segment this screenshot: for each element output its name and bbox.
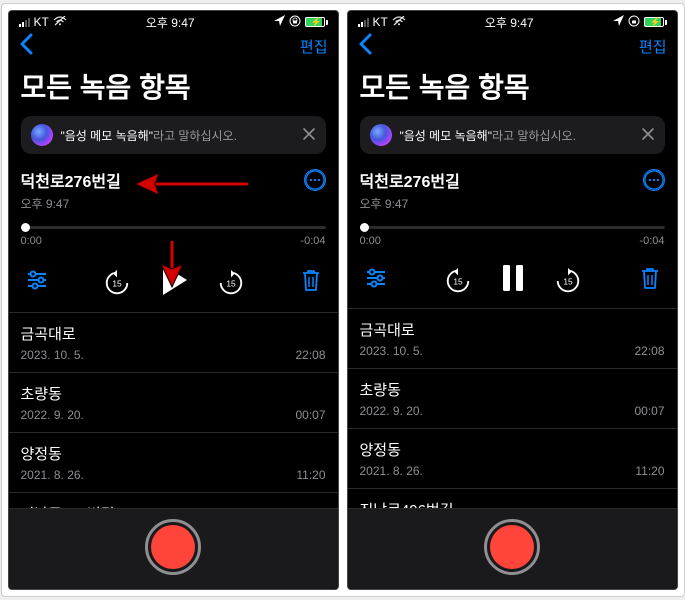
page-title: 모든 녹음 항목 <box>9 64 338 116</box>
selected-subtitle: 오후 9:47 <box>360 195 665 212</box>
selected-recording: 덕천로276번길 오후 9:47 <box>9 164 338 212</box>
list-item[interactable]: 양정동 2021. 8. 26.11:20 <box>348 428 677 488</box>
svg-text:15: 15 <box>453 276 463 286</box>
selected-recording: 덕천로276번길 오후 9:47 <box>348 164 677 212</box>
location-icon <box>274 15 285 29</box>
selected-subtitle: 오후 9:47 <box>21 195 326 212</box>
page-title: 모든 녹음 항목 <box>348 64 677 116</box>
battery-charging-icon: ⚡ <box>305 17 328 27</box>
transport-controls: 15 15 <box>9 251 338 312</box>
scrubber[interactable]: 0:00 -0:04 <box>360 226 665 247</box>
transport-controls: 15 15 <box>348 251 677 308</box>
list-item[interactable]: 양정동 2021. 8. 26.11:20 <box>9 432 338 492</box>
signal-icon <box>19 17 30 27</box>
skip-back-15-button[interactable]: 15 <box>444 267 472 295</box>
status-bar: KT 오후 9:47 ⚡ <box>9 11 338 31</box>
siri-icon <box>370 124 392 146</box>
list-item[interactable]: 초량동 2022. 9. 20.00:07 <box>348 368 677 428</box>
siri-quote: "음성 메모 녹음해" <box>400 129 492 143</box>
time-elapsed: 0:00 <box>360 235 381 247</box>
edit-button[interactable]: 편집 <box>639 36 667 57</box>
pause-button[interactable] <box>500 263 526 298</box>
options-button[interactable] <box>25 269 49 296</box>
siri-quote: "음성 메모 녹음해" <box>61 129 153 143</box>
record-dock <box>9 508 338 589</box>
siri-rest: 라고 말하십시오. <box>153 129 237 143</box>
skip-forward-15-button[interactable]: 15 <box>217 269 245 297</box>
rotation-lock-icon <box>289 15 301 30</box>
list-item[interactable]: 금곡대로 2023. 10. 5.22:08 <box>9 312 338 372</box>
siri-close-button[interactable] <box>302 126 316 144</box>
record-icon <box>490 525 534 569</box>
skip-forward-15-button[interactable]: 15 <box>554 267 582 295</box>
recording-list[interactable]: 금곡대로 2023. 10. 5.22:08 초량동 2022. 9. 20.0… <box>9 312 338 508</box>
siri-tip: "음성 메모 녹음해"라고 말하십시오. <box>360 116 665 154</box>
selected-title[interactable]: 덕천로276번길 <box>21 168 121 192</box>
scrubber-handle[interactable] <box>360 223 369 232</box>
status-bar: KT 오후 9:47 ⚡ <box>348 11 677 31</box>
nav-row: 편집 <box>348 31 677 64</box>
more-button[interactable] <box>304 169 326 191</box>
wifi-off-icon <box>53 16 67 29</box>
wifi-off-icon <box>392 16 406 29</box>
siri-rest: 라고 말하십시오. <box>492 129 576 143</box>
back-button[interactable] <box>19 33 33 60</box>
list-item[interactable]: 진남로496번길 <box>348 488 677 508</box>
siri-tip: "음성 메모 녹음해"라고 말하십시오. <box>21 116 326 154</box>
edit-button[interactable]: 편집 <box>300 36 328 57</box>
list-item[interactable]: 초량동 2022. 9. 20.00:07 <box>9 372 338 432</box>
options-button[interactable] <box>364 267 388 294</box>
status-time: 오후 9:47 <box>485 14 534 31</box>
siri-icon <box>31 124 53 146</box>
list-item[interactable]: 금곡대로 2023. 10. 5.22:08 <box>348 308 677 368</box>
list-item[interactable]: 진남로496번길 <box>9 492 338 508</box>
carrier-label: KT <box>373 15 388 29</box>
record-icon <box>151 525 195 569</box>
record-dock <box>348 508 677 589</box>
time-elapsed: 0:00 <box>21 235 42 247</box>
scrubber-handle[interactable] <box>21 223 30 232</box>
delete-button[interactable] <box>300 268 322 297</box>
more-button[interactable] <box>643 169 665 191</box>
time-remaining: -0:04 <box>300 235 325 247</box>
scrubber[interactable]: 0:00 -0:04 <box>21 226 326 247</box>
record-button[interactable] <box>484 519 540 575</box>
left-phone: KT 오후 9:47 ⚡ <box>8 10 339 590</box>
time-remaining: -0:04 <box>639 235 664 247</box>
location-icon <box>613 15 624 29</box>
svg-text:15: 15 <box>226 278 236 288</box>
delete-button[interactable] <box>639 266 661 295</box>
back-button[interactable] <box>358 33 372 60</box>
signal-icon <box>358 17 369 27</box>
battery-charging-icon: ⚡ <box>644 17 667 27</box>
svg-text:15: 15 <box>112 278 122 288</box>
recording-list[interactable]: 금곡대로 2023. 10. 5.22:08 초량동 2022. 9. 20.0… <box>348 308 677 508</box>
selected-title[interactable]: 덕천로276번길 <box>360 168 460 192</box>
svg-text:15: 15 <box>563 276 573 286</box>
play-button[interactable] <box>159 263 189 302</box>
rotation-lock-icon <box>628 15 640 30</box>
nav-row: 편집 <box>9 31 338 64</box>
carrier-label: KT <box>34 15 49 29</box>
record-button[interactable] <box>145 519 201 575</box>
siri-close-button[interactable] <box>641 126 655 144</box>
status-time: 오후 9:47 <box>146 14 195 31</box>
right-phone: KT 오후 9:47 ⚡ 편집 <box>347 10 678 590</box>
skip-back-15-button[interactable]: 15 <box>103 269 131 297</box>
